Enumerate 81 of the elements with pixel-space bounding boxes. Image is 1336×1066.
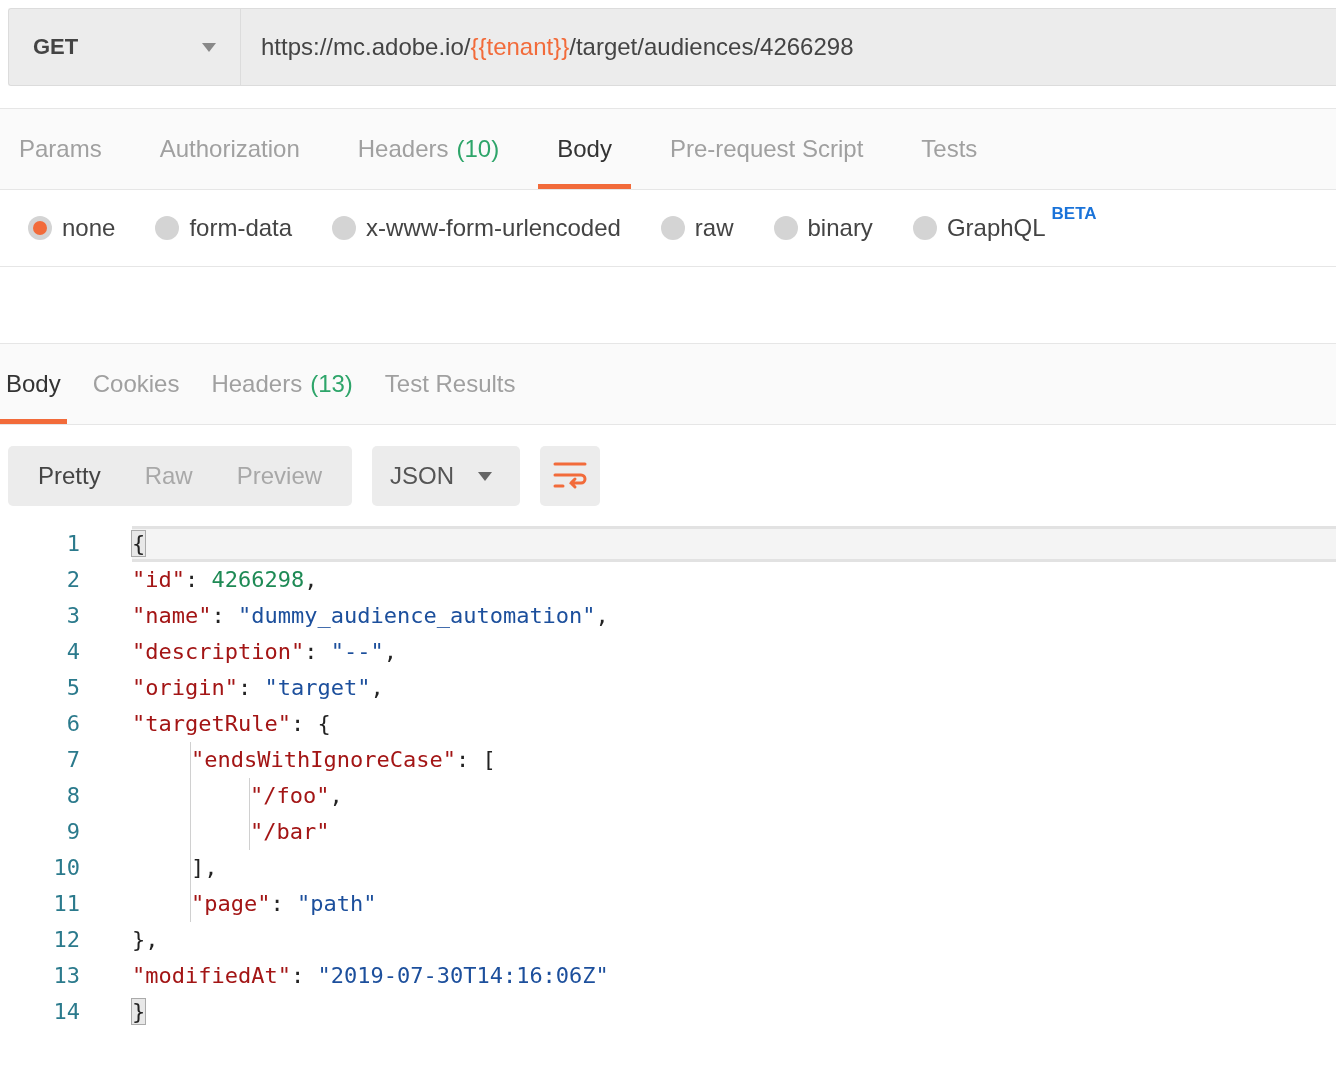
line-number: 8 <box>66 782 80 810</box>
code-token: : <box>237 675 253 700</box>
radio-option[interactable]: raw <box>660 214 734 242</box>
code-token: "dummy_audience_automation" <box>238 603 596 628</box>
code-token: "/foo" <box>250 783 330 808</box>
tab-label: Body <box>557 135 612 163</box>
code-token: , <box>383 639 397 664</box>
method-dropdown[interactable]: GET <box>9 9 241 85</box>
code-token: "targetRule" <box>132 711 291 736</box>
caret-icon <box>202 42 216 52</box>
line-number: 1 <box>66 530 80 558</box>
line-number: 4 <box>66 638 80 666</box>
tab[interactable]: Body <box>538 109 631 189</box>
caret-icon <box>478 471 493 481</box>
code-token: 4266298 <box>211 567 305 592</box>
code-token: "description" <box>132 639 305 664</box>
code-token: "origin" <box>132 675 238 700</box>
radio-label: GraphQL <box>946 214 1046 242</box>
wrap-lines-button[interactable] <box>540 446 601 506</box>
code-token: { <box>132 531 146 556</box>
radio-label: form-data <box>189 214 293 242</box>
view-mode-button[interactable]: Pretty <box>16 446 123 506</box>
radio-option[interactable]: GraphQL <box>912 214 1046 242</box>
line-number: 13 <box>53 962 80 990</box>
tab-label: Pre-request Script <box>669 135 864 163</box>
code-token: "2019-07-30T14:16:06Z" <box>317 963 609 988</box>
code-token: "--" <box>330 639 384 664</box>
radio-label: binary <box>807 214 873 242</box>
tab-label: Headers <box>357 135 449 163</box>
method-label: GET <box>33 34 79 60</box>
line-number: 3 <box>66 602 80 630</box>
code-token: , <box>595 603 609 628</box>
beta-label: BETA <box>1051 204 1097 224</box>
code-token: "modifiedAt" <box>132 963 291 988</box>
code-token: : { <box>290 711 331 736</box>
tab-label: Test Results <box>384 370 516 398</box>
code-token: "id" <box>132 567 185 592</box>
line-number: 2 <box>66 566 80 594</box>
tab[interactable]: Body <box>0 344 67 424</box>
code-token: "target" <box>264 675 371 700</box>
line-number: 12 <box>53 926 80 954</box>
code-token: "endsWithIgnoreCase" <box>191 747 456 772</box>
code-token: "path" <box>297 891 377 916</box>
radio-label: raw <box>694 214 734 242</box>
code-token: : <box>185 567 200 592</box>
code-token: }, <box>132 927 159 952</box>
tab-count: (10) <box>456 135 500 163</box>
tab-label: Tests <box>921 135 978 163</box>
tab-label: Params <box>19 135 102 163</box>
code-token: : <box>304 639 319 664</box>
line-number: 10 <box>53 854 80 882</box>
code-token: "/bar" <box>250 819 330 844</box>
wrap-icon <box>553 461 588 491</box>
code-token: : <box>290 963 306 988</box>
format-dropdown[interactable]: JSON <box>372 446 521 506</box>
code-token: } <box>132 999 146 1024</box>
code-token: : <box>270 891 285 916</box>
radio-label: none <box>62 214 116 242</box>
code-token: ], <box>191 855 218 880</box>
tab-label: Headers <box>211 370 303 398</box>
line-number: 6 <box>66 710 80 738</box>
code-token: , <box>304 567 318 592</box>
tab-count: (13) <box>310 370 353 398</box>
code-token: , <box>370 675 384 700</box>
tab-label: Authorization <box>159 135 300 163</box>
line-number: 5 <box>66 674 80 702</box>
radio-option[interactable]: binary <box>773 214 873 242</box>
code-token: "page" <box>191 891 271 916</box>
url-field[interactable]: https://mc.adobe.io/{{tenant}}/target/audiences/4266298 <box>241 9 1336 85</box>
code-token: : [ <box>455 747 496 772</box>
line-number: 14 <box>53 998 80 1026</box>
line-number: 9 <box>66 818 80 846</box>
code-token: , <box>329 783 343 808</box>
radio-option[interactable]: form-data <box>155 214 293 242</box>
line-number: 7 <box>66 746 80 774</box>
radio-option[interactable]: none <box>28 214 116 242</box>
code-token: "name" <box>132 603 212 628</box>
tab-label: Body <box>6 370 61 398</box>
line-number: 11 <box>53 890 80 918</box>
tab-label: Cookies <box>92 370 180 398</box>
code-token: : <box>211 603 226 628</box>
